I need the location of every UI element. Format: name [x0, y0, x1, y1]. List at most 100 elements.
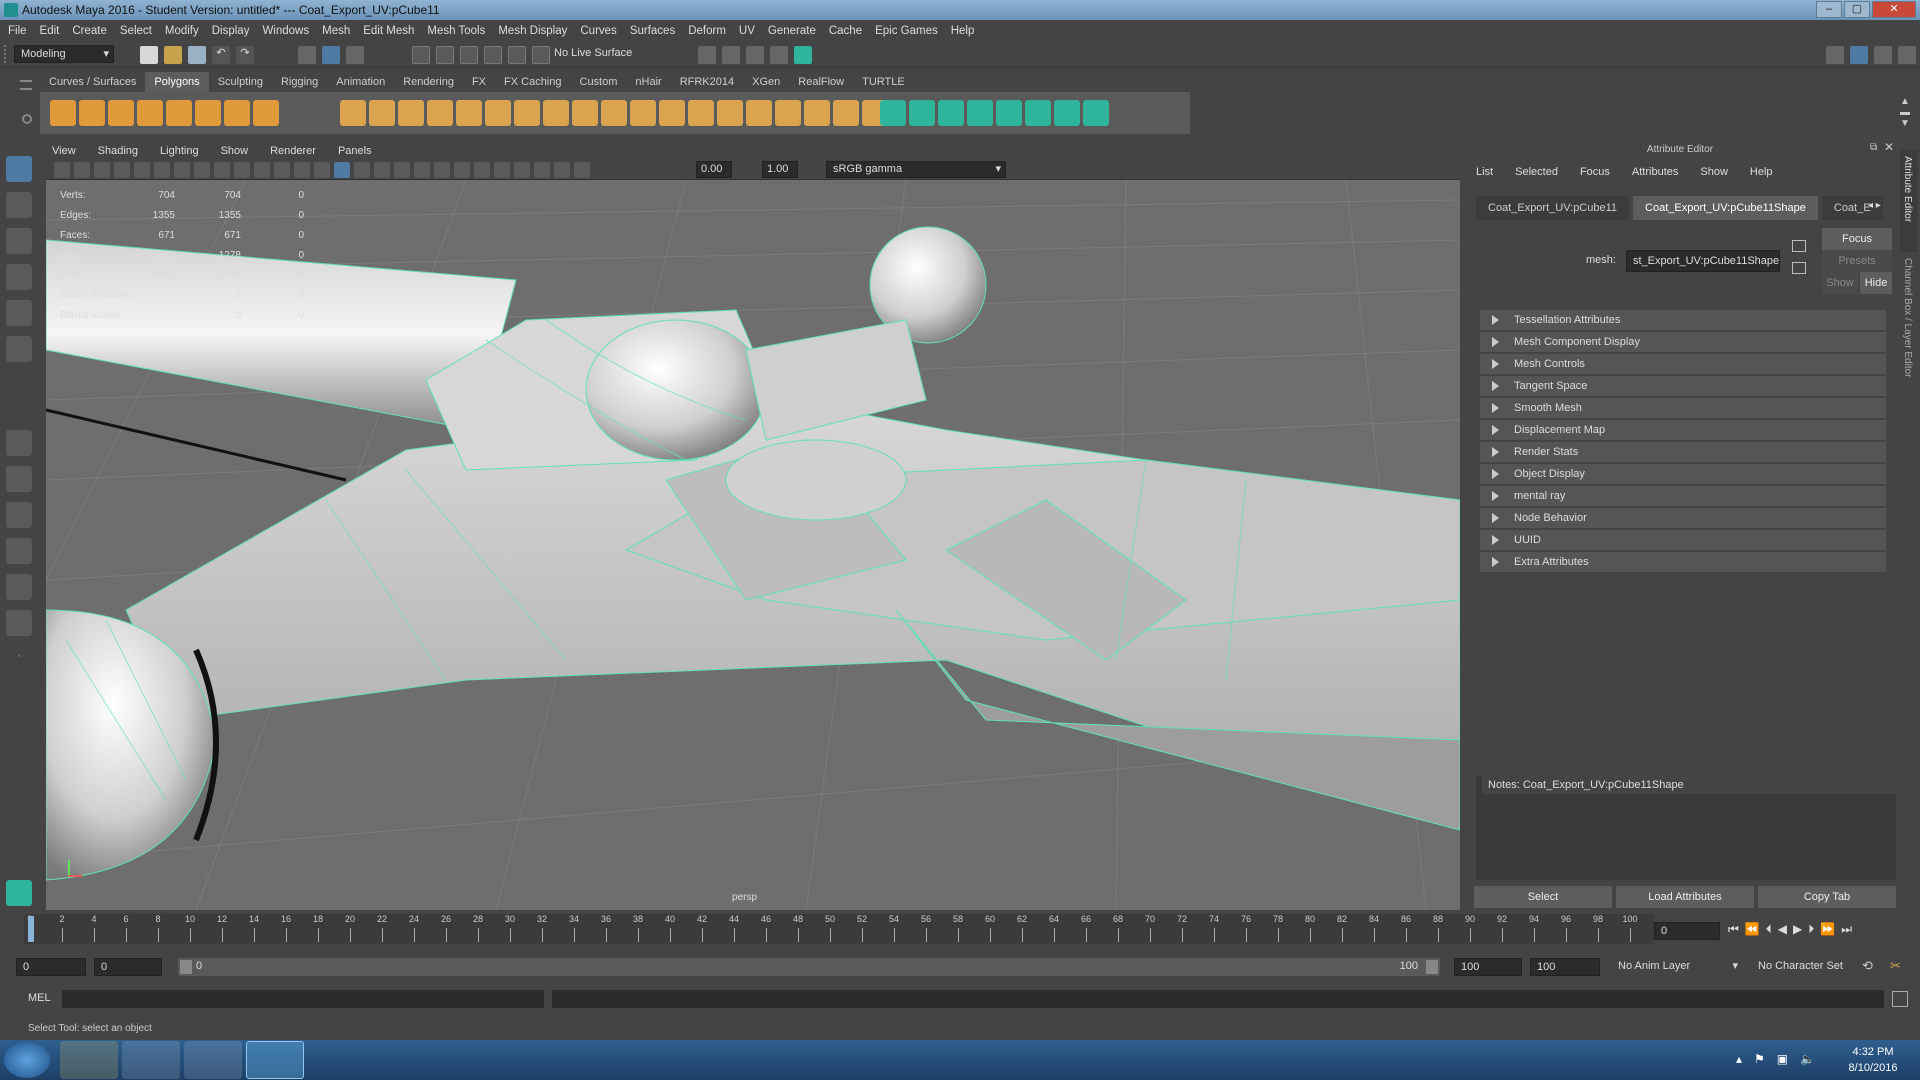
camera-attributes-icon[interactable] — [74, 162, 90, 178]
ae-section-displacement-map[interactable]: Displacement Map — [1480, 420, 1886, 440]
show-button[interactable]: Show — [1822, 272, 1858, 294]
ae-tab-coat-export-uv-pcube11[interactable]: Coat_Export_UV:pCube11 — [1476, 196, 1630, 220]
shelf-tab-polygons[interactable]: Polygons — [145, 72, 209, 92]
ae-section-tessellation-attributes[interactable]: Tessellation Attributes — [1480, 310, 1886, 330]
ae-section-object-display[interactable]: Object Display — [1480, 464, 1886, 484]
new-scene-icon[interactable] — [140, 46, 158, 64]
tab-scroll-icon[interactable]: ◂ ▸ — [1868, 200, 1881, 211]
render-view-icon[interactable] — [794, 46, 812, 64]
sew-uv-icon[interactable] — [996, 100, 1022, 126]
shelf-scroll-icon[interactable]: ▲ ▬ ▼ — [1900, 96, 1910, 129]
extract-icon[interactable] — [398, 100, 424, 126]
motion-blur-icon[interactable] — [454, 162, 470, 178]
xray-joints-icon[interactable] — [554, 162, 570, 178]
wireframe-icon[interactable] — [314, 162, 330, 178]
start-button[interactable] — [4, 1042, 50, 1078]
live-surface-label[interactable]: No Live Surface — [554, 47, 632, 59]
ae-section-mesh-controls[interactable]: Mesh Controls — [1480, 354, 1886, 374]
shelf-tab-fx[interactable]: FX — [463, 72, 495, 92]
xray-icon[interactable] — [534, 162, 550, 178]
cylinder-icon[interactable] — [108, 100, 134, 126]
menu-cache[interactable]: Cache — [829, 25, 862, 37]
menu-display[interactable]: Display — [212, 25, 250, 37]
menu-help[interactable]: Help — [951, 25, 975, 37]
reduce-icon[interactable] — [485, 100, 511, 126]
shelf-tab-rfrk2014[interactable]: RFRK2014 — [671, 72, 743, 92]
select-object-icon[interactable] — [322, 46, 340, 64]
animation-end-field[interactable]: 100 — [1530, 958, 1600, 976]
file-explorer-icon[interactable] — [60, 1041, 118, 1079]
system-clock[interactable]: 4:32 PM 8/10/2016 — [1838, 1044, 1908, 1076]
menu-windows[interactable]: Windows — [262, 25, 309, 37]
ae-section-mesh-component-display[interactable]: Mesh Component Display — [1480, 332, 1886, 352]
target-weld-icon[interactable] — [688, 100, 714, 126]
menu-set-dropdown[interactable]: Modeling ▾ — [14, 45, 114, 63]
gate-mask-icon[interactable] — [234, 162, 250, 178]
animation-start-field[interactable]: 0 — [16, 958, 86, 976]
snap-surface-icon[interactable] — [508, 46, 526, 64]
menu-deform[interactable]: Deform — [688, 25, 726, 37]
script-language-label[interactable]: MEL — [28, 992, 51, 1004]
play-forward-icon[interactable]: ▶ — [1793, 922, 1802, 937]
separate-icon[interactable] — [369, 100, 395, 126]
smooth-icon[interactable] — [456, 100, 482, 126]
move-tool-icon[interactable] — [6, 264, 32, 290]
four-view-layout-icon[interactable] — [6, 466, 32, 492]
load-attributes-button[interactable]: Load Attributes — [1616, 886, 1754, 908]
menu-edit-mesh[interactable]: Edit Mesh — [363, 25, 414, 37]
playback-end-field[interactable]: 100 — [1454, 958, 1522, 976]
shelf-tab-fx-caching[interactable]: FX Caching — [495, 72, 570, 92]
combine-icon[interactable] — [340, 100, 366, 126]
toggle-attribute-editor-icon[interactable] — [1850, 46, 1868, 64]
film-gate-icon[interactable] — [194, 162, 210, 178]
ae-section-node-behavior[interactable]: Node Behavior — [1480, 508, 1886, 528]
snap-magnet-icon[interactable] — [532, 46, 550, 64]
shadows-icon[interactable] — [414, 162, 430, 178]
screen-space-ao-icon[interactable] — [434, 162, 450, 178]
mirror-icon[interactable] — [572, 100, 598, 126]
bridge-icon[interactable] — [601, 100, 627, 126]
playback-start-field[interactable]: 0 — [94, 958, 162, 976]
menu-create[interactable]: Create — [72, 25, 107, 37]
smooth-shade-icon[interactable] — [334, 162, 350, 178]
time-slider[interactable]: 0246810121416182022242628303234363840424… — [24, 914, 1654, 944]
extrude-icon[interactable] — [775, 100, 801, 126]
ae-menu-selected[interactable]: Selected — [1515, 166, 1558, 178]
character-set-dropdown[interactable]: No Character Set — [1752, 958, 1872, 976]
menu-select[interactable]: Select — [120, 25, 152, 37]
poke-icon[interactable] — [804, 100, 830, 126]
shelf-options-icon[interactable] — [22, 114, 32, 124]
shelf-tab-rigging[interactable]: Rigging — [272, 72, 327, 92]
go-to-end-icon[interactable]: ⏭ — [1841, 922, 1852, 937]
ae-menu-help[interactable]: Help — [1750, 166, 1773, 178]
scale-tool-icon[interactable] — [6, 336, 32, 362]
snap-grid-icon[interactable] — [412, 46, 430, 64]
wedge-icon[interactable] — [833, 100, 859, 126]
select-tool-icon[interactable] — [6, 156, 32, 182]
ae-section-extra-attributes[interactable]: Extra Attributes — [1480, 552, 1886, 572]
current-time-marker[interactable] — [28, 916, 34, 942]
append-icon[interactable] — [630, 100, 656, 126]
shelf-tab-xgen[interactable]: XGen — [743, 72, 789, 92]
persp-graph-outliner-icon[interactable] — [6, 574, 32, 600]
xray-components-icon[interactable] — [574, 162, 590, 178]
gamma-field[interactable]: 1.00 — [762, 161, 798, 178]
range-start-handle[interactable] — [180, 960, 192, 974]
persp-hypershade-icon[interactable] — [6, 610, 32, 636]
wireframe-on-shaded-icon[interactable] — [354, 162, 370, 178]
menu-edit[interactable]: Edit — [40, 25, 60, 37]
shelf-tab-custom[interactable]: Custom — [571, 72, 627, 92]
save-scene-icon[interactable] — [188, 46, 206, 64]
viewport-menu-panels[interactable]: Panels — [338, 145, 372, 157]
menu-surfaces[interactable]: Surfaces — [630, 25, 675, 37]
2d-pan-zoom-icon[interactable] — [134, 162, 150, 178]
cleanup-icon[interactable] — [514, 100, 540, 126]
sphere-icon[interactable] — [50, 100, 76, 126]
shelf-tab-realflow[interactable]: RealFlow — [789, 72, 853, 92]
hide-button[interactable]: Hide — [1860, 272, 1892, 294]
media-app-icon[interactable] — [184, 1041, 242, 1079]
resolution-gate-icon[interactable] — [214, 162, 230, 178]
step-forward-frame-icon[interactable]: ⏵ — [1808, 922, 1814, 937]
anim-layer-dropdown[interactable]: No Anim Layer ▾ — [1612, 958, 1742, 976]
copy-tab-button[interactable]: Copy Tab — [1758, 886, 1896, 908]
